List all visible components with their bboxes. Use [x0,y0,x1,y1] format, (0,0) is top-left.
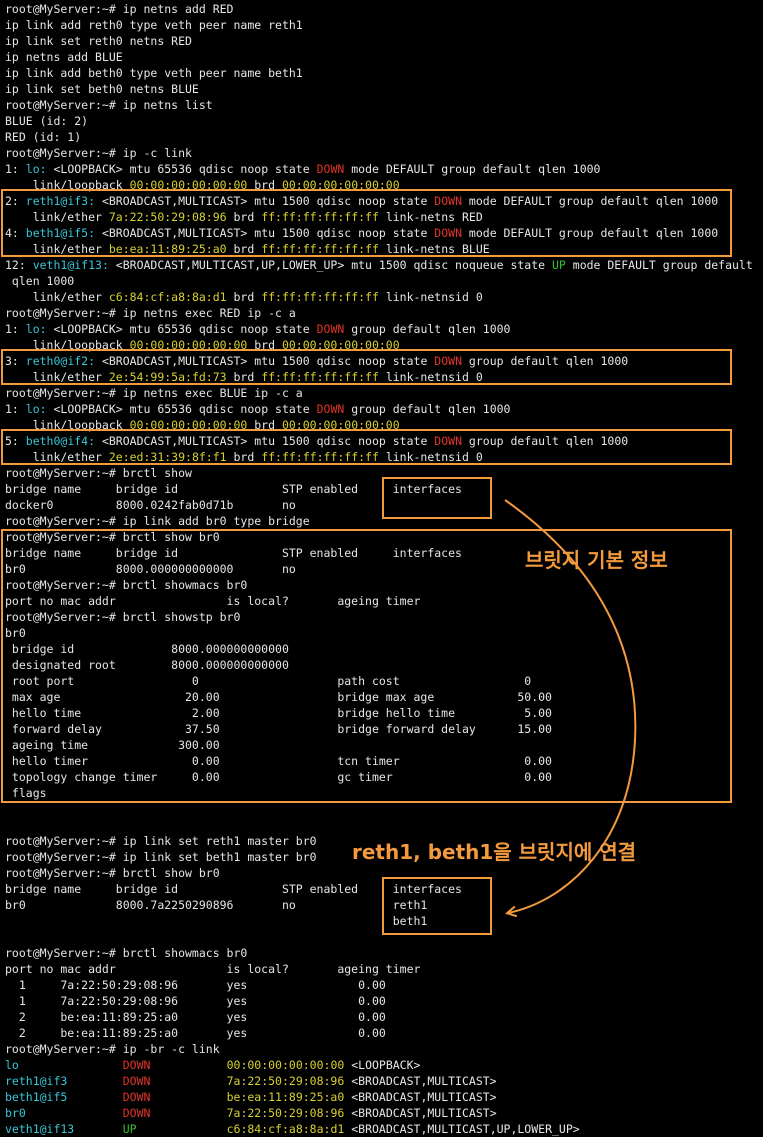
annotation-bridge-info: 브릿지 기본 정보 [525,548,668,572]
terminal-text-segment: veth1@if13 [5,1122,75,1136]
terminal-line: veth1@if13 UP c6:84:cf:a8:8a:d1 <BROADCA… [5,1121,580,1137]
annotation-connect-interfaces: reth1, beth1을 브릿지에 연결 [352,840,637,864]
terminal-text-segment: c6:84:cf:a8:8a:d1 [226,1122,345,1136]
terminal-text-segment: <BROADCAST,MULTICAST,UP,LOWER_UP> [344,1122,580,1136]
terminal-text-segment: UP [122,1122,137,1136]
